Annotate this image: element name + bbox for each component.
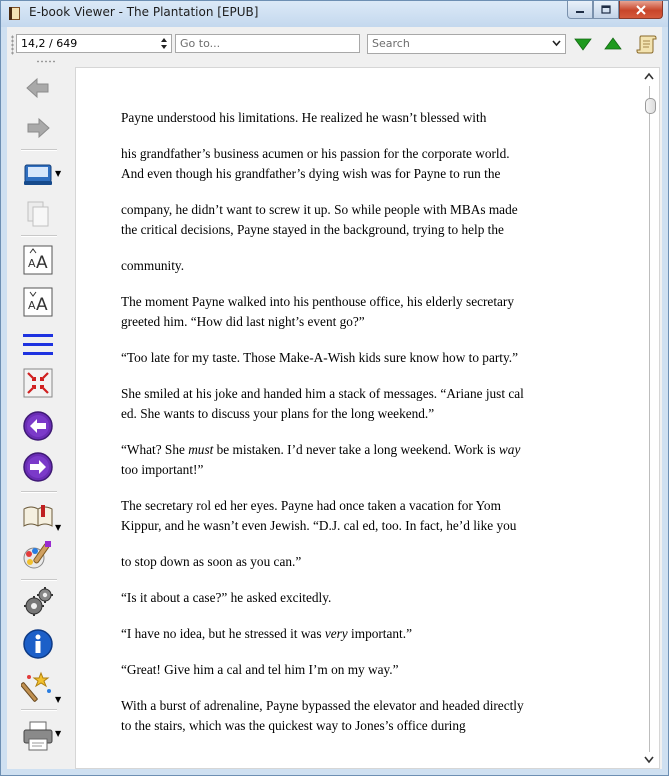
chevron-down-icon[interactable] bbox=[552, 40, 561, 47]
text-line: to the stairs, which was the quickest wa… bbox=[121, 718, 466, 733]
text-line: She smiled at his joke and handed him a … bbox=[121, 386, 524, 401]
scroll-track[interactable] bbox=[649, 86, 650, 752]
text-line: ed. She wants to discuss your plans for … bbox=[121, 406, 435, 421]
text-line: too important!” bbox=[121, 462, 204, 477]
reference-mode-icon[interactable] bbox=[21, 539, 55, 573]
table-of-contents-icon[interactable] bbox=[21, 327, 55, 361]
text-line: greeted him. “How did last night’s event… bbox=[121, 314, 365, 329]
left-sidebar: ▼ A A A A ▼ ▼ ▼ bbox=[7, 60, 69, 769]
text-line: “I have no idea, but he stressed it was … bbox=[121, 624, 591, 644]
fullscreen-icon[interactable] bbox=[21, 366, 55, 400]
search-input[interactable]: Search bbox=[367, 34, 566, 54]
metadata-info-icon[interactable] bbox=[21, 627, 55, 661]
search-placeholder: Search bbox=[372, 37, 410, 50]
copy-icon[interactable] bbox=[21, 197, 55, 231]
chevron-down-icon[interactable]: ▼ bbox=[55, 523, 61, 532]
print-icon[interactable] bbox=[21, 719, 55, 753]
sidebar-grip[interactable] bbox=[36, 60, 56, 63]
text-line: And even though his grandfather’s dying … bbox=[121, 166, 501, 181]
goto-input[interactable]: Go to... bbox=[175, 34, 360, 53]
text-line: “What? She must be mistaken. I’d never t… bbox=[121, 440, 591, 460]
text-line: the critical decisions, Payne stayed in … bbox=[121, 222, 504, 237]
text-line: his grandfather’s business acumen or his… bbox=[121, 146, 510, 161]
position-spinbox[interactable]: 14,2 / 649 bbox=[16, 34, 172, 53]
svg-text:A: A bbox=[28, 299, 36, 312]
toolbar-grip[interactable] bbox=[11, 35, 14, 55]
preferences-icon[interactable] bbox=[21, 585, 55, 619]
vertical-scrollbar[interactable] bbox=[641, 70, 657, 766]
scroll-down-icon[interactable] bbox=[644, 756, 654, 764]
caption-buttons bbox=[567, 1, 663, 20]
chevron-down-icon[interactable]: ▼ bbox=[55, 695, 61, 704]
svg-text:A: A bbox=[28, 257, 36, 270]
top-toolbar: 14,2 / 649 Go to... Search bbox=[7, 27, 662, 63]
find-previous-icon[interactable] bbox=[603, 35, 623, 53]
close-icon bbox=[636, 4, 646, 15]
sidebar-separator bbox=[21, 709, 57, 711]
ebook-viewer-window: E-book Viewer - The Plantation [EPUB] 14… bbox=[0, 0, 669, 776]
text-line: The moment Payne walked into his penthou… bbox=[121, 294, 515, 309]
font-larger-icon[interactable]: A A bbox=[21, 243, 55, 277]
find-next-icon[interactable] bbox=[573, 35, 593, 53]
position-value: 14,2 / 649 bbox=[21, 37, 78, 50]
text-line: Kippur, and he wasn’t even Jewish. “D.J.… bbox=[121, 518, 517, 533]
text-line: “Great! Give him a cal and tel him I’m o… bbox=[121, 662, 399, 677]
goto-placeholder: Go to... bbox=[180, 37, 221, 50]
sidebar-separator bbox=[21, 235, 57, 237]
previous-page-icon[interactable] bbox=[21, 409, 55, 443]
sidebar-separator bbox=[21, 149, 57, 151]
open-ebook-icon[interactable] bbox=[21, 157, 55, 191]
text-line: “Is it about a case?” he asked excitedly… bbox=[121, 590, 332, 605]
back-icon[interactable] bbox=[21, 71, 55, 105]
text-line: to stop down as soon as you can.” bbox=[121, 554, 302, 569]
text-line: “Too late for my taste. Those Make-A-Wis… bbox=[121, 350, 518, 365]
minimize-icon bbox=[576, 10, 584, 13]
text-line: company, he didn’t want to screw it up. … bbox=[121, 202, 518, 217]
title-bar[interactable]: E-book Viewer - The Plantation [EPUB] bbox=[1, 1, 668, 27]
scroll-icon[interactable] bbox=[636, 33, 658, 55]
window-title: E-book Viewer - The Plantation [EPUB] bbox=[29, 5, 259, 19]
text-run: “I have no idea, but he stressed it was bbox=[121, 626, 325, 641]
chevron-down-icon[interactable]: ▼ bbox=[55, 729, 61, 738]
text-line: The secretary rol ed her eyes. Payne had… bbox=[121, 498, 501, 513]
minimize-button[interactable] bbox=[567, 1, 593, 19]
italic-run: must bbox=[188, 442, 214, 457]
italic-run: very bbox=[324, 626, 348, 641]
book-reader-pane[interactable]: Payne understood his limitations. He rea… bbox=[75, 67, 660, 769]
app-book-icon bbox=[9, 7, 20, 20]
maximize-icon bbox=[601, 5, 611, 14]
chevron-down-icon[interactable]: ▼ bbox=[55, 169, 61, 178]
client-area: 14,2 / 649 Go to... Search ▼ A A A A ▼ ▼… bbox=[7, 27, 662, 769]
load-theme-icon[interactable] bbox=[21, 669, 55, 703]
scroll-up-icon[interactable] bbox=[644, 72, 654, 80]
font-smaller-icon[interactable]: A A bbox=[21, 285, 55, 319]
text-line: With a burst of adrenaline, Payne bypass… bbox=[121, 698, 524, 713]
svg-text:A: A bbox=[36, 253, 48, 273]
spin-arrows-icon[interactable] bbox=[159, 36, 169, 51]
scroll-thumb[interactable] bbox=[645, 98, 656, 114]
next-page-icon[interactable] bbox=[21, 450, 55, 484]
text-line: community. bbox=[121, 258, 185, 273]
sidebar-separator bbox=[21, 491, 57, 493]
italic-run: way bbox=[498, 442, 521, 457]
text-line: Payne understood his limitations. He rea… bbox=[121, 110, 487, 125]
sidebar-separator bbox=[21, 579, 57, 581]
close-button[interactable] bbox=[619, 1, 663, 19]
svg-text:A: A bbox=[36, 295, 48, 315]
text-run: “What? She bbox=[121, 442, 189, 457]
forward-icon[interactable] bbox=[21, 111, 55, 145]
text-run: be mistaken. I’d never take a long weeke… bbox=[213, 442, 499, 457]
maximize-button[interactable] bbox=[593, 1, 619, 19]
bookmarks-icon[interactable] bbox=[21, 499, 55, 533]
text-run: important.” bbox=[347, 626, 412, 641]
